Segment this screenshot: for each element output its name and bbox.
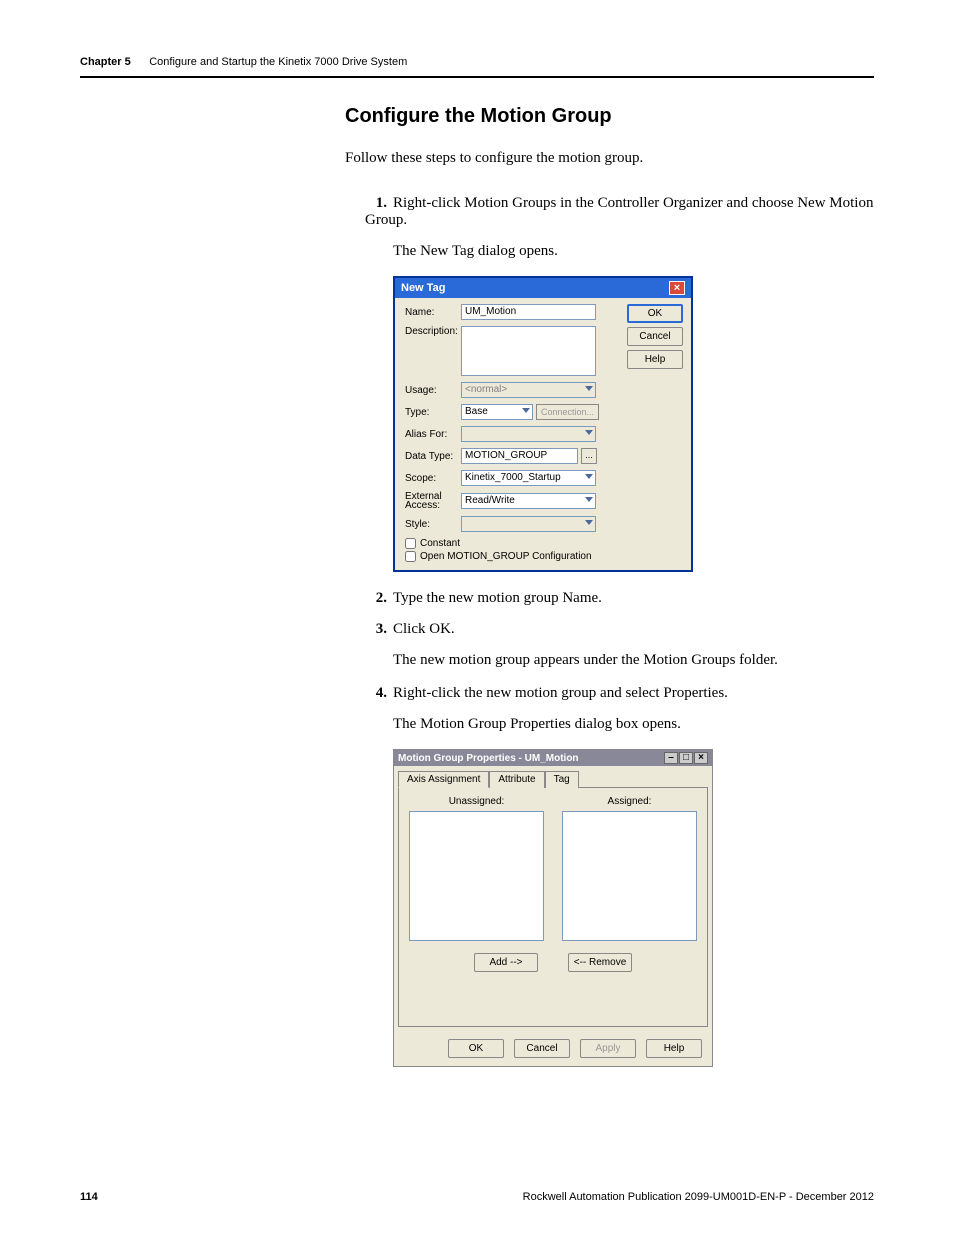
dialog2-title: Motion Group Properties - UM_Motion [398, 753, 579, 764]
step-text: Right-click Motion Groups in the Control… [365, 195, 873, 228]
alias-label: Alias For: [405, 429, 461, 440]
step-number: 2. [365, 590, 387, 607]
step-1-subtext: The New Tag dialog opens. [393, 243, 874, 260]
usage-label: Usage: [405, 385, 461, 396]
page-header: Chapter 5 Configure and Startup the Kine… [80, 52, 874, 78]
tab-axis-assignment[interactable]: Axis Assignment [398, 771, 489, 788]
apply-button: Apply [580, 1039, 636, 1058]
step-4: 4. Right-click the new motion group and s… [365, 685, 874, 702]
intro-text: Follow these steps to configure the moti… [345, 150, 874, 167]
step-number: 3. [365, 621, 387, 638]
window-buttons: –□× [663, 752, 708, 764]
constant-label: Constant [420, 538, 460, 549]
step-text: Click OK. [393, 621, 455, 637]
alias-select [461, 426, 596, 442]
type-label: Type: [405, 407, 461, 418]
step-2: 2. Type the new motion group Name. [365, 590, 874, 607]
type-select[interactable]: Base [461, 404, 533, 420]
motion-group-properties-dialog: Motion Group Properties - UM_Motion –□× … [393, 749, 713, 1067]
steps-list-3: 4. Right-click the new motion group and s… [365, 685, 874, 702]
open-config-checkbox-row: Open MOTION_GROUP Configuration [405, 551, 685, 562]
datatype-input[interactable]: MOTION_GROUP [461, 448, 578, 464]
ok-button[interactable]: OK [448, 1039, 504, 1058]
cancel-button[interactable]: Cancel [514, 1039, 570, 1058]
name-input[interactable]: UM_Motion [461, 304, 596, 320]
step-number: 4. [365, 685, 387, 702]
cancel-button[interactable]: Cancel [627, 327, 683, 346]
add-button[interactable]: Add --> [474, 953, 538, 972]
tabs: Axis Assignment Attribute Tag [394, 766, 712, 787]
section-title: Configure the Motion Group [345, 105, 874, 128]
help-button[interactable]: Help [627, 350, 683, 369]
main-content: Configure the Motion Group Follow these … [345, 105, 874, 1085]
step-3-subtext: The new motion group appears under the M… [393, 652, 874, 669]
name-label: Name: [405, 307, 461, 318]
step-3: 3. Click OK. [365, 621, 874, 638]
ok-button[interactable]: OK [627, 304, 683, 323]
steps-list: 1.Right-click Motion Groups in the Contr… [365, 195, 874, 229]
remove-button[interactable]: <-- Remove [568, 953, 632, 972]
dialog-title: New Tag [401, 282, 445, 294]
step-4-subtext: The Motion Group Properties dialog box o… [393, 716, 874, 733]
step-number: 1. [365, 195, 387, 212]
connection-button: Connection... [536, 404, 599, 420]
page-footer: 114 Rockwell Automation Publication 2099… [80, 1191, 874, 1203]
tab-body: Unassigned: Assigned: Add --> <-- Remove [398, 787, 708, 1027]
assigned-column: Assigned: [562, 796, 697, 941]
scope-select[interactable]: Kinetix_7000_Startup [461, 470, 596, 486]
chapter-label: Chapter 5 [80, 56, 131, 68]
tab-attribute[interactable]: Attribute [489, 771, 544, 788]
open-config-label: Open MOTION_GROUP Configuration [420, 551, 592, 562]
unassigned-listbox[interactable] [409, 811, 544, 941]
description-label: Description: [405, 326, 461, 337]
close-icon[interactable]: × [694, 752, 708, 764]
page-number: 114 [80, 1191, 98, 1203]
constant-checkbox-row: Constant [405, 538, 685, 549]
step-text: Type the new motion group Name. [393, 590, 602, 606]
minimize-icon[interactable]: – [664, 752, 678, 764]
style-label: Style: [405, 519, 461, 530]
style-select [461, 516, 596, 532]
assigned-label: Assigned: [562, 796, 697, 807]
steps-list-2: 2. Type the new motion group Name. 3. Clic… [365, 590, 874, 638]
usage-select: <normal> [461, 382, 596, 398]
external-access-label: External Access: [405, 492, 461, 510]
chapter-title: Configure and Startup the Kinetix 7000 D… [149, 56, 407, 68]
step-1: 1.Right-click Motion Groups in the Contr… [365, 195, 874, 229]
datatype-label: Data Type: [405, 451, 461, 462]
open-config-checkbox[interactable] [405, 551, 416, 562]
dialog2-titlebar: Motion Group Properties - UM_Motion –□× [394, 750, 712, 766]
constant-checkbox[interactable] [405, 538, 416, 549]
assigned-listbox[interactable] [562, 811, 697, 941]
external-access-select[interactable]: Read/Write [461, 493, 596, 509]
maximize-icon[interactable]: □ [679, 752, 693, 764]
datatype-browse-button[interactable]: ... [581, 448, 597, 464]
scope-label: Scope: [405, 473, 461, 484]
dialog-titlebar: New Tag × [395, 278, 691, 298]
new-tag-dialog: New Tag × OK Cancel Help Name: UM_Motion… [393, 276, 693, 572]
close-icon[interactable]: × [669, 281, 685, 295]
help-button[interactable]: Help [646, 1039, 702, 1058]
step-text: Right-click the new motion group and sel… [393, 685, 728, 701]
description-input[interactable] [461, 326, 596, 376]
publication-info: Rockwell Automation Publication 2099-UM0… [523, 1191, 874, 1203]
tab-tag[interactable]: Tag [545, 771, 579, 788]
unassigned-column: Unassigned: [409, 796, 544, 941]
unassigned-label: Unassigned: [409, 796, 544, 807]
